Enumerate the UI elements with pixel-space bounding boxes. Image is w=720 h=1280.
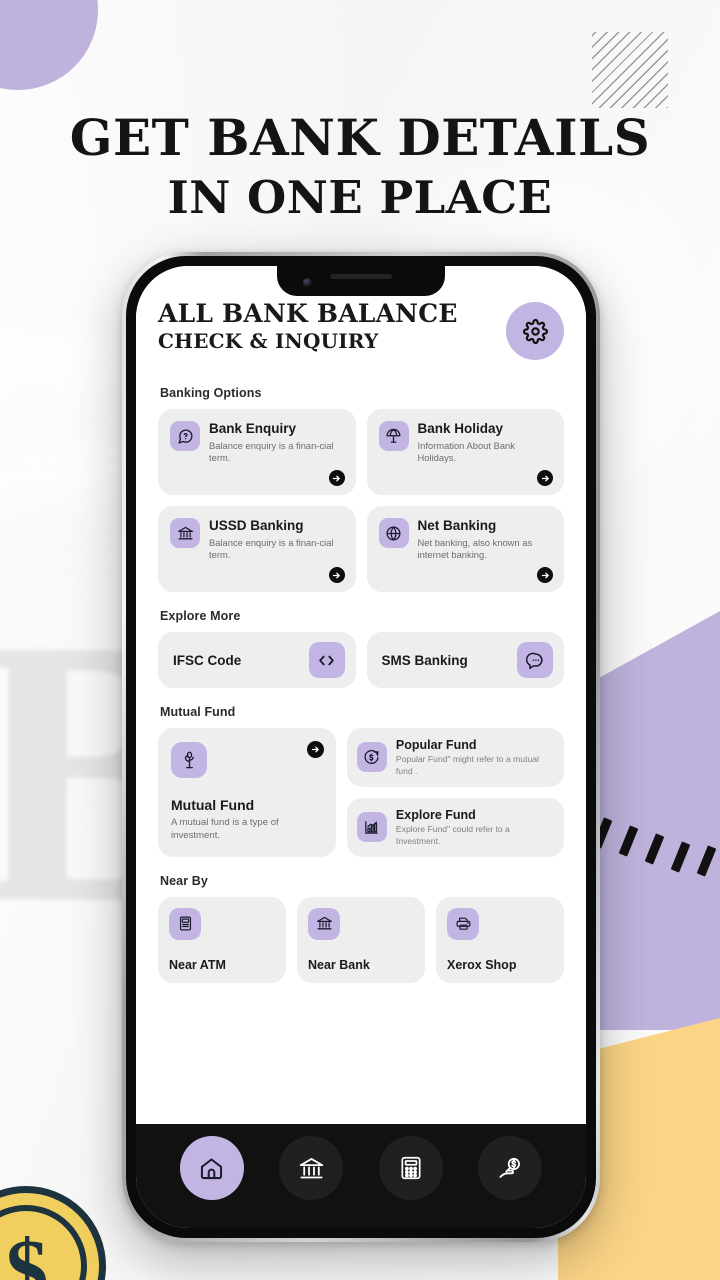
phone-mockup: ALL BANK BALANCE CHECK & INQUIRY Banking…: [122, 252, 600, 1242]
section-label-near-by: Near By: [160, 873, 208, 888]
card-title: USSD Banking: [209, 518, 304, 533]
coin-dollar-symbol: $: [5, 1221, 49, 1280]
arrow-right-icon[interactable]: [328, 470, 345, 486]
card-ussd-banking[interactable]: USSD Banking Balance enquiry is a finan-…: [158, 506, 356, 592]
card-title: Near Bank: [308, 957, 370, 972]
poster-headline: GET BANK DETAILS IN ONE PLACE: [0, 108, 720, 225]
card-title: Xerox Shop: [447, 957, 517, 972]
headline-line-1: GET BANK DETAILS: [69, 108, 651, 167]
app-content: ALL BANK BALANCE CHECK & INQUIRY Banking…: [136, 266, 586, 1124]
phone-notch: [277, 266, 445, 296]
arrow-right-icon[interactable]: [328, 567, 345, 583]
money-plant-icon: [171, 742, 207, 778]
earpiece-speaker: [330, 274, 392, 279]
card-mutual-fund-featured[interactable]: Mutual Fund A mutual fund is a type of i…: [158, 728, 336, 857]
bank-building-icon: [170, 518, 200, 548]
nav-item-calculator[interactable]: [378, 1136, 443, 1200]
home-icon: [198, 1155, 225, 1182]
section-label-mutual-fund: Mutual Fund: [160, 705, 236, 719]
card-near-bank[interactable]: Near Bank: [297, 896, 425, 983]
code-brackets-icon: [308, 642, 345, 678]
card-popular-fund[interactable]: Popular Fund Popular Fund" might refer t…: [346, 728, 564, 787]
section-label-explore-more: Explore More: [160, 609, 241, 623]
phone-screen: ALL BANK BALANCE CHECK & INQUIRY Banking…: [136, 266, 586, 1228]
headline-line-2: IN ONE PLACE: [167, 170, 553, 224]
section-explore-more: Explore More IFSC Code SMS Banking: [158, 609, 564, 688]
app-title: ALL BANK BALANCE CHECK & INQUIRY: [158, 300, 458, 354]
printer-icon: [447, 907, 479, 940]
gear-icon: [522, 318, 548, 344]
calculator-icon: [398, 1155, 424, 1181]
decoration-dash-marks: [592, 812, 720, 882]
card-title: Explore Fund: [395, 808, 476, 823]
nav-item-earnings[interactable]: [478, 1136, 543, 1200]
banking-options-grid: Bank Enquiry Balance enquiry is a finan-…: [158, 409, 564, 592]
arrow-right-icon[interactable]: [537, 470, 553, 486]
app-title-line-2: CHECK & INQUIRY: [158, 329, 379, 353]
bank-building-icon: [298, 1155, 325, 1182]
section-mutual-fund: Mutual Fund Mutual Fund A mutual fund is…: [158, 705, 564, 857]
card-title: SMS Banking: [381, 652, 468, 668]
dollar-trend-icon: [356, 742, 387, 773]
settings-button[interactable]: [506, 302, 564, 360]
card-description: A mutual fund is a type of investment.: [171, 817, 279, 841]
card-title: Bank Holiday: [417, 421, 504, 436]
question-bubble-icon: [170, 421, 200, 451]
chat-bubble-icon: [517, 642, 553, 678]
card-ifsc-code[interactable]: IFSC Code: [158, 632, 356, 688]
card-title: IFSC Code: [173, 652, 242, 668]
card-title: Popular Fund: [395, 738, 477, 753]
card-xerox-shop[interactable]: Xerox Shop: [436, 896, 564, 983]
card-near-atm[interactable]: Near ATM: [158, 896, 286, 983]
near-by-grid: Near ATM Near Bank Xerox Shop: [158, 896, 564, 983]
card-title: Net Banking: [417, 518, 497, 533]
explore-more-grid: IFSC Code SMS Banking: [158, 632, 564, 688]
card-description: Explore Fund" could refer to a Investmen…: [395, 824, 510, 846]
front-camera: [303, 278, 312, 287]
beach-umbrella-icon: [378, 421, 409, 451]
mutual-fund-grid: Mutual Fund A mutual fund is a type of i…: [158, 728, 564, 857]
card-title: Near ATM: [169, 957, 226, 972]
app-header: ALL BANK BALANCE CHECK & INQUIRY: [158, 300, 564, 360]
card-net-banking[interactable]: Net Banking Net banking, also known as i…: [366, 506, 564, 592]
card-description: Balance enquiry is a finan-cial term.: [209, 439, 334, 463]
card-sms-banking[interactable]: SMS Banking: [366, 632, 564, 688]
app-title-line-1: ALL BANK BALANCE: [158, 299, 458, 328]
card-description: Balance enquiry is a finan-cial term.: [209, 536, 334, 560]
bar-chart-growth-icon: [356, 812, 387, 843]
section-label-banking-options: Banking Options: [160, 386, 262, 400]
card-description: Net banking, also known as internet bank…: [417, 536, 533, 560]
card-title: Mutual Fund: [171, 797, 255, 813]
card-description: Popular Fund" might refer to a mutual fu…: [395, 754, 539, 776]
card-explore-fund[interactable]: Explore Fund Explore Fund" could refer t…: [346, 797, 564, 857]
poster-canvas: B $ GET BANK DETAILS IN ONE PLACE ALL BA…: [0, 0, 720, 1280]
arrow-right-icon[interactable]: [537, 567, 553, 583]
section-banking-options: Banking Options Bank Enquiry Balance enq…: [158, 386, 564, 592]
card-bank-holiday[interactable]: Bank Holiday Information About Bank Holi…: [366, 409, 564, 495]
nav-item-bank[interactable]: [279, 1136, 344, 1200]
globe-icon: [378, 518, 409, 548]
nav-item-home[interactable]: [179, 1136, 244, 1200]
section-near-by: Near By Near ATM Near Bank Xerox Shop: [158, 874, 564, 983]
arrow-right-icon[interactable]: [306, 741, 324, 758]
hand-money-icon: [497, 1155, 524, 1182]
card-bank-enquiry[interactable]: Bank Enquiry Balance enquiry is a finan-…: [158, 409, 356, 495]
card-description: Information About Bank Holidays.: [417, 439, 515, 463]
bottom-navigation-bar: [136, 1124, 586, 1228]
atm-machine-icon: [169, 907, 201, 940]
mutual-fund-side-cards: Popular Fund Popular Fund" might refer t…: [346, 728, 564, 857]
bank-building-icon: [308, 907, 340, 940]
decoration-hatch-square: [592, 32, 668, 108]
phone-bezel: ALL BANK BALANCE CHECK & INQUIRY Banking…: [126, 256, 596, 1238]
card-title: Bank Enquiry: [209, 421, 297, 436]
